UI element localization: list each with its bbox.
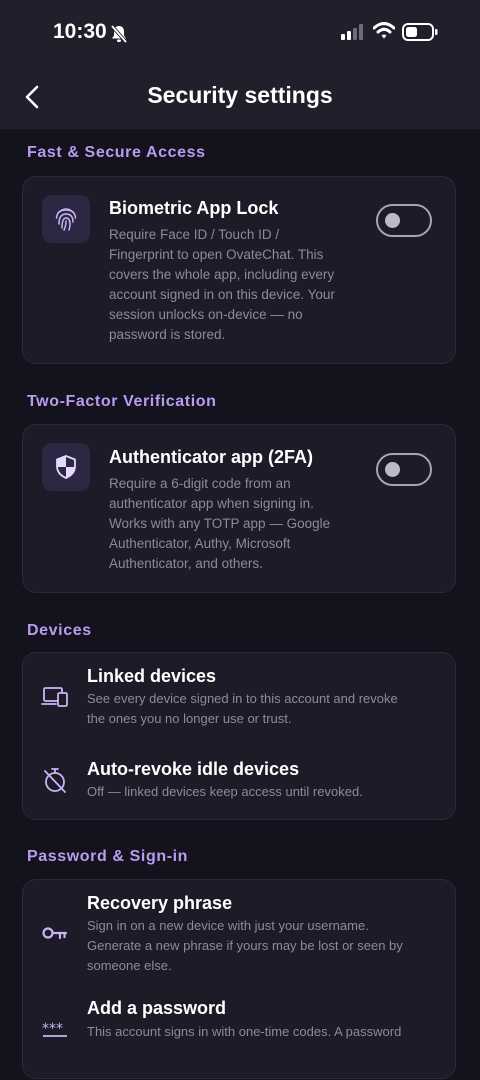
authenticator-card: Authenticator app (2FA) Require a 6-digi…	[22, 424, 456, 593]
wifi-icon	[373, 22, 395, 39]
password-card: Recovery phrase Sign in on a new device …	[22, 879, 456, 1079]
nav-bar: Security settings	[0, 66, 480, 129]
timer-off-icon	[44, 768, 66, 793]
devices-icon	[41, 687, 68, 707]
recovery-phrase-row[interactable]: Recovery phrase Sign in on a new device …	[23, 880, 455, 984]
biometric-toggle[interactable]	[376, 204, 432, 237]
biometric-card: Biometric App Lock Require Face ID / Tou…	[22, 176, 456, 364]
key-icon	[42, 927, 68, 940]
page-title: Security settings	[147, 82, 333, 108]
status-time: 10:30	[53, 20, 107, 43]
biometric-title: Biometric App Lock	[109, 198, 279, 218]
devices-card: Linked devices See every device signed i…	[22, 652, 456, 820]
toggle-knob	[385, 213, 400, 228]
section-title-fast-access: Fast & Secure Access	[27, 144, 206, 161]
add-password-title: Add a password	[87, 998, 227, 1018]
recovery-phrase-title: Recovery phrase	[87, 893, 233, 913]
linked-devices-description: See every device signed in to this accou…	[87, 691, 398, 726]
recovery-phrase-description: Sign in on a new device with just your u…	[87, 918, 403, 973]
linked-devices-row[interactable]: Linked devices See every device signed i…	[23, 653, 455, 737]
section-title-password: Password & Sign-in	[27, 848, 189, 865]
authenticator-toggle[interactable]	[376, 453, 432, 486]
fingerprint-icon	[55, 208, 77, 231]
linked-devices-title: Linked devices	[87, 666, 217, 686]
section-title-two-factor: Two-Factor Verification	[27, 393, 217, 410]
toggle-knob	[385, 462, 400, 477]
auto-revoke-title: Auto-revoke idle devices	[87, 759, 300, 779]
status-bar: 10:30	[0, 0, 480, 66]
svg-text:***: ***	[42, 1022, 63, 1037]
signal-icon	[341, 24, 363, 40]
password-icon: ***	[42, 1022, 67, 1037]
add-password-row[interactable]: *** Add a password This account signs in…	[23, 986, 455, 1080]
biometric-description: Require Face ID / Touch ID / Fingerprint…	[109, 227, 335, 342]
shield-icon-tile	[42, 443, 90, 491]
auto-revoke-description: Off — linked devices keep access until r…	[87, 784, 363, 799]
auto-revoke-row[interactable]: Auto-revoke idle devices Off — linked de…	[23, 745, 455, 815]
fingerprint-icon-tile	[42, 195, 90, 243]
add-password-description: This account signs in with one-time code…	[87, 1024, 402, 1039]
section-title-devices: Devices	[27, 622, 92, 639]
authenticator-title: Authenticator app (2FA)	[109, 447, 314, 467]
bell-slash-icon	[110, 24, 128, 44]
authenticator-description: Require a 6-digit code from an authentic…	[109, 476, 331, 571]
shield-icon	[56, 455, 76, 479]
battery-icon	[402, 23, 438, 41]
